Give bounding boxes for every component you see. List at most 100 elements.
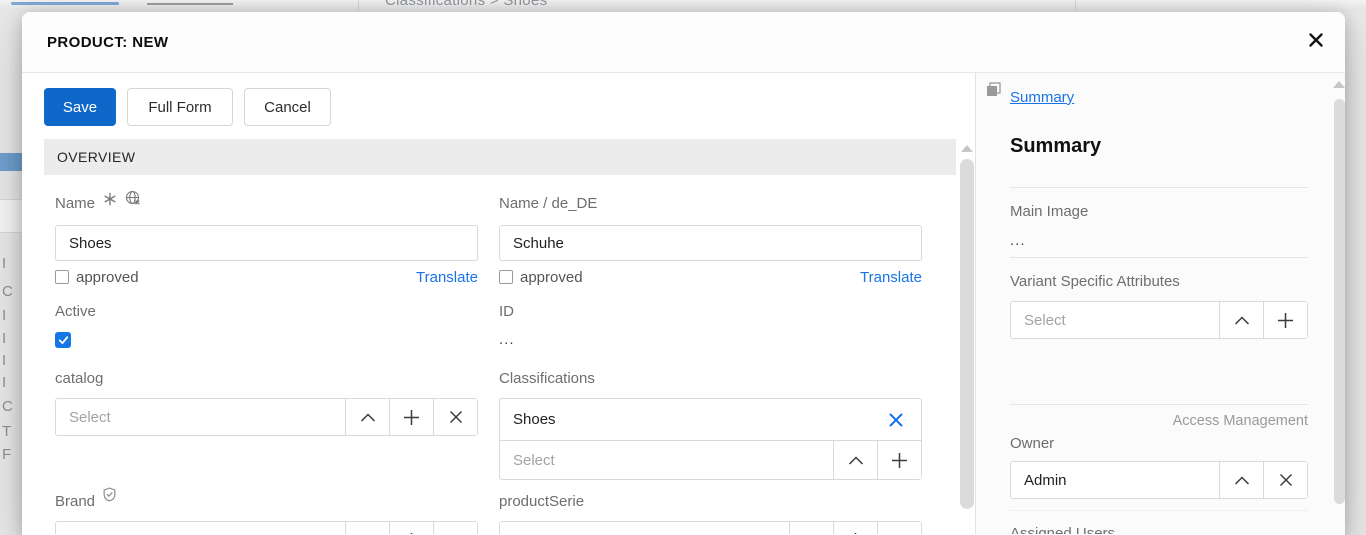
shield-check-icon — [103, 487, 116, 507]
name-field — [55, 225, 478, 261]
assigned-users-label: Assigned Users — [1010, 525, 1116, 534]
translate-link[interactable]: Translate — [860, 269, 922, 286]
breadcrumb: Classifications > Shoes — [385, 0, 548, 9]
catalog-clear-button[interactable] — [433, 399, 477, 435]
remove-classification-icon[interactable] — [883, 407, 909, 433]
id-value: ... — [499, 331, 515, 348]
product-serie-select-input[interactable] — [513, 531, 776, 534]
approved-label: approved — [520, 268, 583, 286]
background-list-item: C — [2, 283, 13, 300]
active-label: Active — [55, 303, 96, 320]
summary-sidebar: Summary Summary Main Image ... Variant S… — [975, 73, 1345, 534]
brand-label: Brand — [55, 493, 96, 510]
name-label: Name — [55, 195, 96, 212]
catalog-field — [55, 398, 478, 436]
main-image-value: ... — [1010, 232, 1026, 249]
variant-attributes-add-button[interactable] — [1263, 302, 1307, 338]
scrollbar-thumb[interactable] — [1334, 99, 1345, 504]
catalog-collapse-button[interactable] — [345, 399, 389, 435]
background-list-item: I — [2, 374, 7, 391]
main-panel-scrollbar[interactable] — [960, 143, 975, 534]
background-list-item: F — [2, 446, 12, 463]
catalog-select-input[interactable] — [69, 408, 332, 426]
sidebar-nav-summary-link[interactable]: Summary — [1010, 89, 1074, 106]
cancel-button[interactable]: Cancel — [244, 88, 331, 126]
main-form-panel: Save Full Form Cancel OVERVIEW Name Shoe… — [22, 73, 975, 534]
catalog-label: catalog — [55, 370, 104, 387]
scroll-up-icon[interactable] — [1333, 81, 1345, 88]
name-de-field — [499, 225, 922, 261]
overview-section-header: OVERVIEW — [44, 139, 956, 175]
scroll-up-icon[interactable] — [961, 145, 973, 152]
save-button[interactable]: Save — [44, 88, 116, 126]
approved-label: approved — [76, 268, 139, 286]
brand-field — [55, 521, 478, 534]
brand-add-button[interactable] — [389, 522, 433, 534]
full-form-button[interactable]: Full Form — [127, 88, 233, 126]
name-de-input[interactable] — [499, 225, 922, 261]
required-asterisk-icon — [103, 192, 117, 211]
owner-collapse-button[interactable] — [1219, 462, 1263, 498]
classifications-add-button[interactable] — [877, 441, 921, 479]
access-management-section-label: Access Management — [1172, 413, 1308, 429]
background-active-tab-underline — [11, 2, 119, 5]
name-approved-row: approved Translate — [55, 267, 478, 287]
owner-select-input[interactable] — [1024, 471, 1206, 489]
modal-header: PRODUCT: NEW — [22, 12, 1345, 73]
untranslated-globe-icon — [125, 190, 142, 212]
classifications-field: Shoes — [499, 398, 922, 480]
id-label: ID — [499, 303, 514, 320]
translate-link[interactable]: Translate — [416, 269, 478, 286]
catalog-add-button[interactable] — [389, 399, 433, 435]
background-divider — [358, 0, 359, 11]
close-icon[interactable] — [1305, 29, 1327, 51]
approved-checkbox[interactable] — [499, 270, 513, 284]
active-checkbox[interactable] — [55, 332, 71, 348]
background-list-item: T — [2, 423, 12, 440]
summary-heading: Summary — [1010, 135, 1102, 157]
variant-attributes-field — [1010, 301, 1308, 339]
background-page-header: Classifications > Shoes — [0, 0, 1366, 11]
variant-attributes-collapse-button[interactable] — [1219, 302, 1263, 338]
background-list-item: I — [2, 330, 7, 347]
divider — [1010, 187, 1308, 188]
modal-title: PRODUCT: NEW — [47, 33, 169, 51]
product-serie-field — [499, 521, 922, 534]
brand-label-row: Brand — [55, 487, 478, 510]
product-serie-clear-button[interactable] — [877, 522, 921, 534]
background-list-item: I — [2, 307, 7, 324]
product-serie-add-button[interactable] — [833, 522, 877, 534]
background-list-item: C — [2, 398, 13, 415]
sidebar-scrollbar[interactable] — [1333, 73, 1345, 534]
brand-select-input[interactable] — [69, 531, 332, 534]
divider — [1010, 257, 1308, 258]
divider — [1010, 404, 1308, 405]
classification-value: Shoes — [513, 411, 556, 428]
owner-clear-button[interactable] — [1263, 462, 1307, 498]
layers-icon — [986, 82, 1001, 102]
product-new-modal: PRODUCT: NEW Save Full Form Cancel OVERV… — [22, 12, 1345, 535]
active-field — [55, 332, 478, 348]
background-divider — [1075, 0, 1076, 11]
background-list-item: I — [2, 255, 7, 272]
name-input[interactable] — [55, 225, 478, 261]
product-serie-collapse-button[interactable] — [789, 522, 833, 534]
brand-clear-button[interactable] — [433, 522, 477, 534]
classifications-select-input[interactable] — [513, 451, 820, 469]
approved-checkbox[interactable] — [55, 270, 69, 284]
classifications-collapse-button[interactable] — [833, 441, 877, 479]
scrollbar-thumb[interactable] — [960, 159, 974, 509]
variant-attributes-select-input[interactable] — [1024, 311, 1206, 329]
variant-attributes-label: Variant Specific Attributes — [1010, 273, 1180, 290]
brand-collapse-button[interactable] — [345, 522, 389, 534]
classifications-selected-item: Shoes — [500, 399, 921, 441]
main-image-label: Main Image — [1010, 203, 1089, 220]
background-list-item: I — [2, 352, 7, 369]
name-de-approved-row: approved Translate — [499, 267, 922, 287]
name-de-field-label-row: Name / de_DE — [499, 195, 922, 212]
background-tab-underline — [147, 3, 233, 5]
product-serie-label: productSerie — [499, 493, 585, 510]
name-de-label: Name / de_DE — [499, 195, 598, 212]
divider — [1010, 510, 1308, 511]
owner-field — [1010, 461, 1308, 499]
